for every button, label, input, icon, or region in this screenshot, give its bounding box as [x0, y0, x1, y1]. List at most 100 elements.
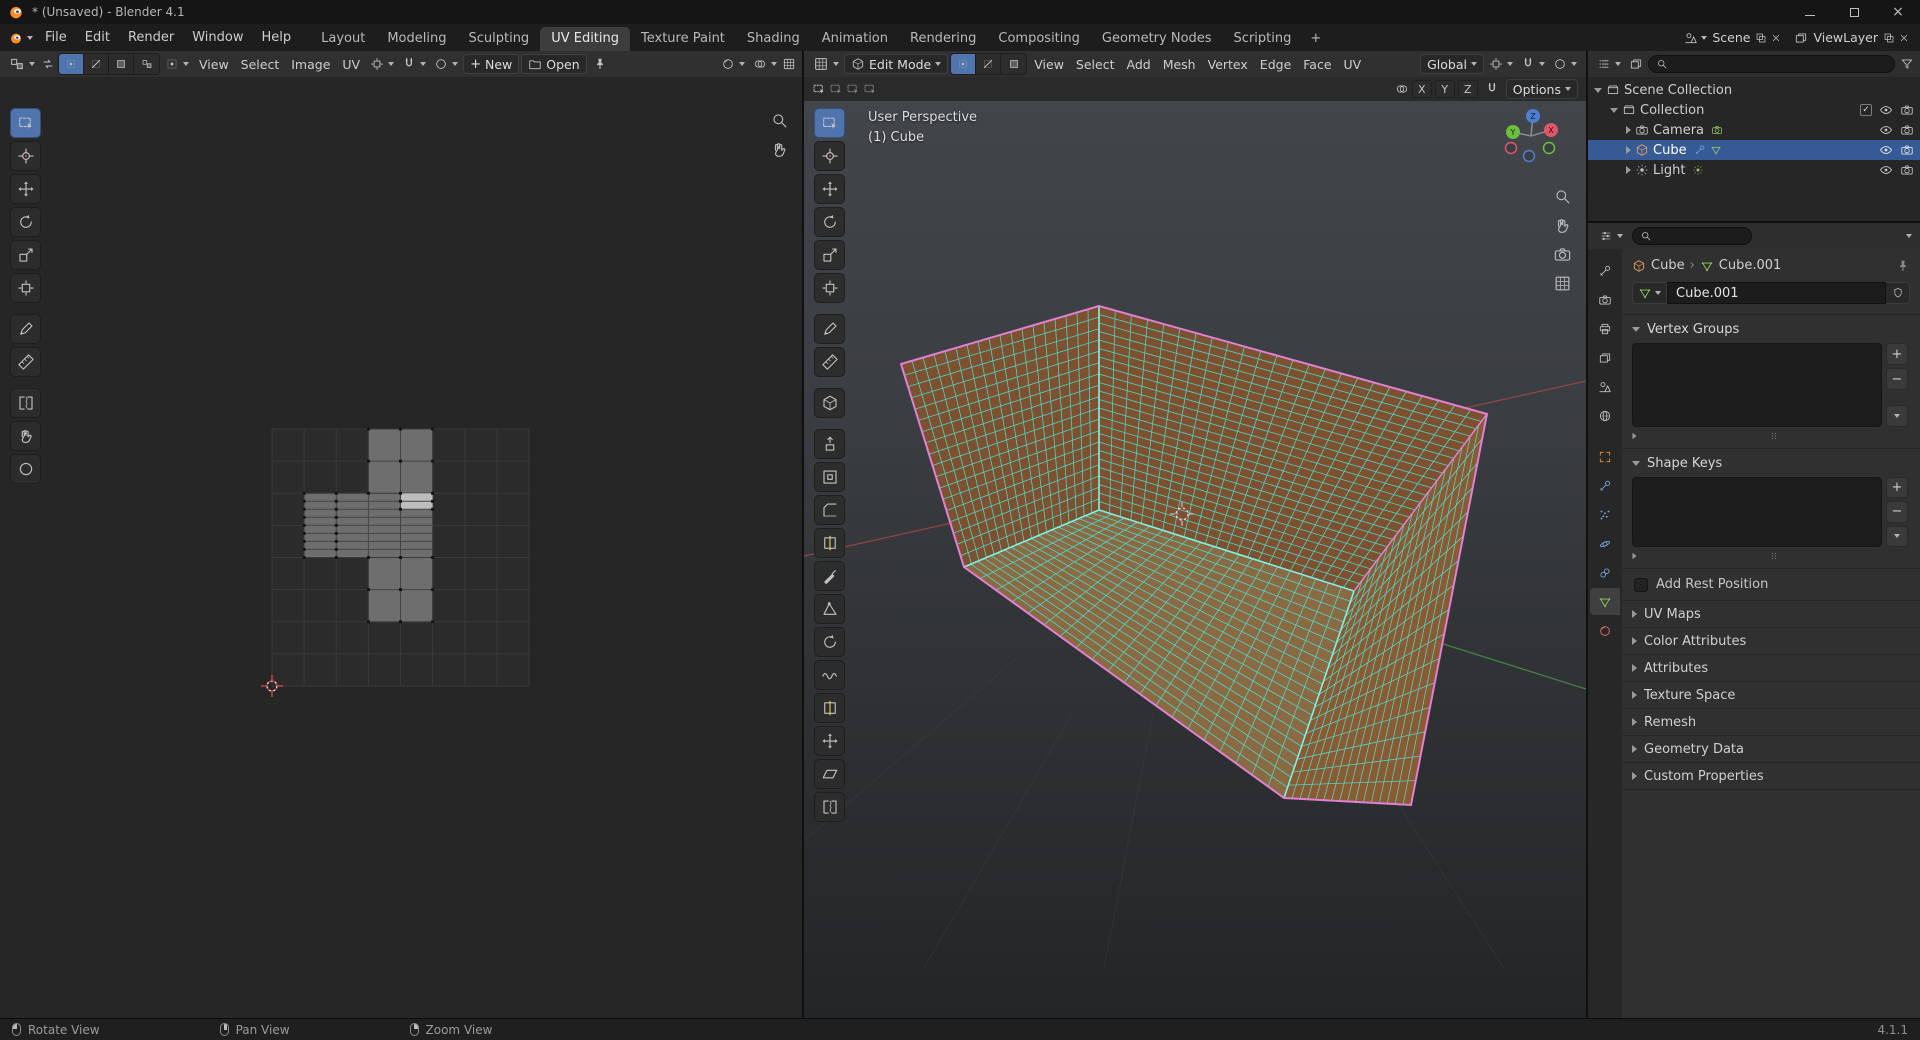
properties-search-input[interactable]: [1632, 227, 1752, 245]
pivot-point-dropdown[interactable]: [1486, 54, 1516, 74]
tab-output[interactable]: [1590, 315, 1620, 342]
tool-measure[interactable]: [814, 347, 845, 377]
vp-menu-add[interactable]: Add: [1121, 54, 1155, 75]
workspace-tab-geometry-nodes[interactable]: Geometry Nodes: [1091, 27, 1223, 51]
vp-menu-view[interactable]: View: [1029, 54, 1069, 75]
shape-key-specials-dropdown[interactable]: [1886, 526, 1908, 547]
workspace-tab-uv-editing[interactable]: UV Editing: [540, 27, 630, 51]
pan-hand-icon[interactable]: [1553, 216, 1572, 235]
uv-overlays-dropdown[interactable]: [750, 54, 780, 74]
tool-transform[interactable]: [10, 273, 41, 303]
tool-annotate[interactable]: [814, 314, 845, 344]
tool-cursor[interactable]: [10, 141, 41, 171]
gizmos-toggle[interactable]: [782, 57, 796, 71]
tool-inset-faces[interactable]: [814, 462, 845, 492]
tab-world[interactable]: [1590, 402, 1620, 429]
tab-object[interactable]: [1590, 443, 1620, 470]
pivot-point-dropdown[interactable]: [367, 54, 397, 74]
select-mode-edge[interactable]: [976, 54, 1001, 74]
tool-loop-cut[interactable]: [814, 528, 845, 558]
tool-transform[interactable]: [814, 273, 845, 303]
mesh-object[interactable]: [901, 306, 1487, 805]
menu-file[interactable]: File: [36, 27, 76, 48]
tab-tool[interactable]: [1590, 257, 1620, 284]
editor-type-button[interactable]: [1594, 54, 1624, 74]
snap-icon[interactable]: [1485, 82, 1499, 96]
tool-spin[interactable]: [814, 627, 845, 657]
tool-cursor[interactable]: [814, 141, 845, 171]
tab-object-data[interactable]: [1590, 588, 1620, 615]
shape-keys-list[interactable]: [1632, 477, 1882, 547]
viewport-canvas-area[interactable]: [804, 51, 1586, 1018]
hide-in-viewport-toggle[interactable]: [1879, 103, 1893, 117]
tool-grab[interactable]: [10, 421, 41, 451]
minimize-button[interactable]: [1788, 0, 1832, 24]
pan-hand-icon[interactable]: [770, 140, 789, 159]
uv-select-mode-edge[interactable]: [84, 54, 109, 74]
tool-scale[interactable]: [10, 240, 41, 270]
section-uv-maps[interactable]: UV Maps: [1622, 600, 1920, 627]
shape-keys-header[interactable]: Shape Keys: [1632, 454, 1910, 477]
uv-select-mode-island[interactable]: [134, 54, 159, 74]
add-workspace-button[interactable]: +: [1302, 27, 1329, 51]
mode-dropdown[interactable]: Edit Mode: [844, 54, 948, 74]
expand-toggle-icon[interactable]: [1626, 166, 1631, 174]
tab-render[interactable]: [1590, 286, 1620, 313]
viewport-canvas[interactable]: [804, 51, 1586, 1018]
hide-in-viewport-toggle[interactable]: [1879, 143, 1893, 157]
mirror-y-toggle[interactable]: Y: [1435, 80, 1455, 98]
tool-mode-extend-icon[interactable]: [829, 82, 843, 96]
tab-view-layer[interactable]: [1590, 344, 1620, 371]
display-channels-dropdown[interactable]: [718, 54, 748, 74]
pin-id-toggle[interactable]: [1896, 259, 1910, 273]
select-mode-face[interactable]: [1001, 54, 1026, 74]
tool-select-box[interactable]: [814, 108, 845, 138]
workspace-tab-scripting[interactable]: Scripting: [1223, 27, 1303, 51]
tab-physics[interactable]: [1590, 530, 1620, 557]
section-geometry-data[interactable]: Geometry Data: [1622, 735, 1920, 762]
section-remesh[interactable]: Remesh: [1622, 708, 1920, 735]
tool-mode-subtract-icon[interactable]: [846, 82, 860, 96]
outliner-search-input[interactable]: [1648, 55, 1895, 73]
tool-extrude-region[interactable]: [814, 429, 845, 459]
workspace-tab-rendering[interactable]: Rendering: [899, 27, 987, 51]
uv-select-mode-vertex[interactable]: [59, 54, 84, 74]
tool-bevel[interactable]: [814, 495, 845, 525]
section-attributes[interactable]: Attributes: [1622, 654, 1920, 681]
zoom-icon[interactable]: [770, 111, 789, 130]
workspace-tab-layout[interactable]: Layout: [310, 27, 376, 51]
uv-menu-image[interactable]: Image: [286, 54, 335, 75]
mirror-x-toggle[interactable]: X: [1412, 80, 1432, 98]
remove-shape-key-button[interactable]: −: [1886, 501, 1908, 522]
proportional-editing-dropdown[interactable]: [1550, 54, 1580, 74]
gizmo-neg-y-axis[interactable]: [1544, 143, 1555, 154]
unlink-scene-icon[interactable]: [1770, 32, 1782, 44]
uv-menu-select[interactable]: Select: [236, 54, 285, 75]
new-view-layer-icon[interactable]: [1883, 32, 1895, 44]
section-texture-space[interactable]: Texture Space: [1622, 681, 1920, 708]
disable-in-renders-toggle[interactable]: [1900, 163, 1914, 177]
tool-mode-new-icon[interactable]: [812, 82, 826, 96]
workspace-tab-modeling[interactable]: Modeling: [376, 27, 457, 51]
disable-in-renders-toggle[interactable]: [1900, 103, 1914, 117]
outliner-row-cube[interactable]: Cube: [1588, 140, 1920, 160]
collection-exclude-checkbox[interactable]: [1860, 104, 1872, 116]
workspace-tab-animation[interactable]: Animation: [811, 27, 899, 51]
tool-rip-region[interactable]: [10, 388, 41, 418]
outliner-row-light[interactable]: Light: [1588, 160, 1920, 180]
properties-options-dropdown[interactable]: [1906, 234, 1912, 238]
remove-view-layer-icon[interactable]: [1898, 32, 1910, 44]
snapping-dropdown[interactable]: [1518, 54, 1548, 74]
uv-menu-uv[interactable]: UV: [337, 54, 365, 75]
workspace-tab-shading[interactable]: Shading: [736, 27, 811, 51]
tool-knife[interactable]: [814, 561, 845, 591]
close-button[interactable]: ×: [1876, 0, 1920, 24]
tool-relax[interactable]: [10, 454, 41, 484]
tool-rip-region[interactable]: [814, 792, 845, 822]
tab-particles[interactable]: [1590, 501, 1620, 528]
sticky-selection-dropdown[interactable]: [162, 54, 192, 74]
tool-rotate[interactable]: [10, 207, 41, 237]
zoom-icon[interactable]: [1553, 187, 1572, 206]
scene-selector[interactable]: Scene: [1680, 28, 1786, 47]
resize-grip-icon[interactable]: [1768, 550, 1780, 562]
